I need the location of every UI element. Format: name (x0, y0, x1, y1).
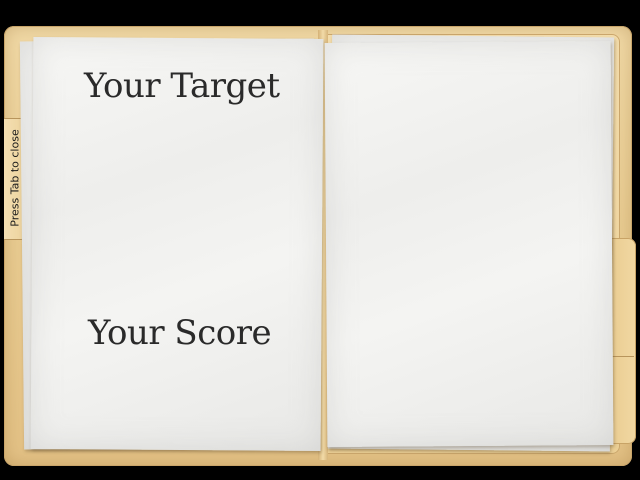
target-heading: Your Target (84, 66, 280, 106)
close-hint-label[interactable]: Press Tab to close (9, 129, 22, 226)
game-screen: Press Tab to close Your Target Your Scor… (0, 0, 640, 480)
right-paper (324, 41, 614, 447)
score-heading: Your Score (88, 313, 272, 353)
folder-tab-divider (612, 356, 634, 357)
